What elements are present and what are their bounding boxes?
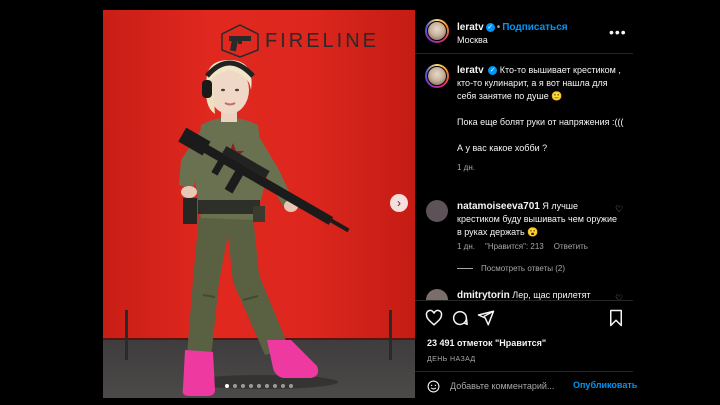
carousel-dot[interactable] bbox=[265, 384, 269, 388]
likes-count[interactable]: 23 491 отметок "Нравится" bbox=[427, 338, 546, 348]
next-photo-button[interactable]: › bbox=[390, 194, 408, 212]
caption-username[interactable]: leratv bbox=[457, 65, 484, 76]
post-date[interactable]: ДЕНЬ НАЗАД bbox=[427, 356, 476, 363]
carousel-dots bbox=[225, 384, 293, 388]
verified-icon: ✓ bbox=[488, 66, 498, 76]
emoji-icon[interactable] bbox=[427, 380, 440, 393]
comment-avatar[interactable] bbox=[426, 200, 448, 222]
comment-username[interactable]: dmitrytorin bbox=[457, 290, 510, 300]
carousel-dot[interactable] bbox=[241, 384, 245, 388]
post-modal: FIRELINE › leratv ✓ • Подписаться Москва… bbox=[103, 10, 637, 400]
heart-icon[interactable] bbox=[425, 309, 443, 327]
verified-icon: ✓ bbox=[485, 23, 495, 32]
comment-like-icon[interactable]: ♡ bbox=[615, 293, 623, 300]
caption-age[interactable]: 1 дн. bbox=[457, 161, 625, 174]
comment-text: dmitrytorin Лер, щас прилетят bbox=[457, 289, 617, 300]
chevron-right-icon: › bbox=[397, 196, 401, 210]
caption-line-2: Пока еще болят руки от напряжения :((( bbox=[457, 117, 624, 127]
carousel-dot[interactable] bbox=[257, 384, 261, 388]
caption: leratv ✓ Кто-то вышивает крестиком , кто… bbox=[457, 64, 625, 174]
carousel-dot[interactable] bbox=[281, 384, 285, 388]
post-side-panel: leratv ✓ • Подписаться Москва ••• leratv… bbox=[415, 10, 637, 400]
view-replies-button[interactable]: Посмотреть ответы (2) bbox=[457, 264, 565, 273]
share-icon[interactable] bbox=[477, 309, 495, 327]
comment-username[interactable]: natamoiseeva701 bbox=[457, 201, 540, 212]
comment-meta: 1 дн. "Нравится": 213 Ответить bbox=[457, 242, 588, 251]
post-photo[interactable]: FIRELINE › bbox=[103, 10, 415, 398]
caption-line-3: А у вас какое хобби ? bbox=[457, 143, 548, 153]
caption-avatar[interactable] bbox=[425, 64, 449, 88]
carousel-dot[interactable] bbox=[273, 384, 277, 388]
follow-button[interactable]: Подписаться bbox=[502, 22, 567, 33]
header-username[interactable]: leratv bbox=[457, 22, 484, 33]
comment-icon[interactable] bbox=[451, 309, 469, 327]
bookmark-icon[interactable] bbox=[607, 309, 625, 327]
publish-button[interactable]: Опубликовать bbox=[573, 380, 637, 390]
comment-body: Лер, щас прилетят bbox=[512, 290, 591, 300]
comment-like-icon[interactable]: ♡ bbox=[615, 204, 623, 215]
comment-likes[interactable]: "Нравится": 213 bbox=[485, 242, 544, 251]
location-link[interactable]: Москва bbox=[457, 35, 488, 45]
comment-input[interactable] bbox=[450, 378, 575, 394]
reply-button[interactable]: Ответить bbox=[554, 242, 588, 251]
post-actions: 23 491 отметок "Нравится" ДЕНЬ НАЗАД Опу… bbox=[415, 300, 637, 400]
carousel-dot[interactable] bbox=[249, 384, 253, 388]
view-replies-label: Посмотреть ответы (2) bbox=[481, 264, 566, 273]
comment-age[interactable]: 1 дн. bbox=[457, 242, 475, 251]
post-header: leratv ✓ • Подписаться Москва ••• bbox=[415, 10, 633, 54]
separator-dot: • bbox=[496, 22, 501, 33]
carousel-dot[interactable] bbox=[225, 384, 229, 388]
comment-text: natamoiseeva701 Я лучше крестиком буду в… bbox=[457, 200, 617, 239]
woman-with-rifle bbox=[125, 60, 392, 396]
carousel-dot[interactable] bbox=[289, 384, 293, 388]
more-icon[interactable]: ••• bbox=[609, 24, 627, 40]
comments-list[interactable]: leratv ✓ Кто-то вышивает крестиком , кто… bbox=[415, 54, 633, 300]
add-comment-bar: Опубликовать bbox=[415, 371, 637, 400]
carousel-dot[interactable] bbox=[233, 384, 237, 388]
avatar[interactable] bbox=[425, 19, 449, 43]
comment-avatar[interactable] bbox=[426, 289, 448, 300]
